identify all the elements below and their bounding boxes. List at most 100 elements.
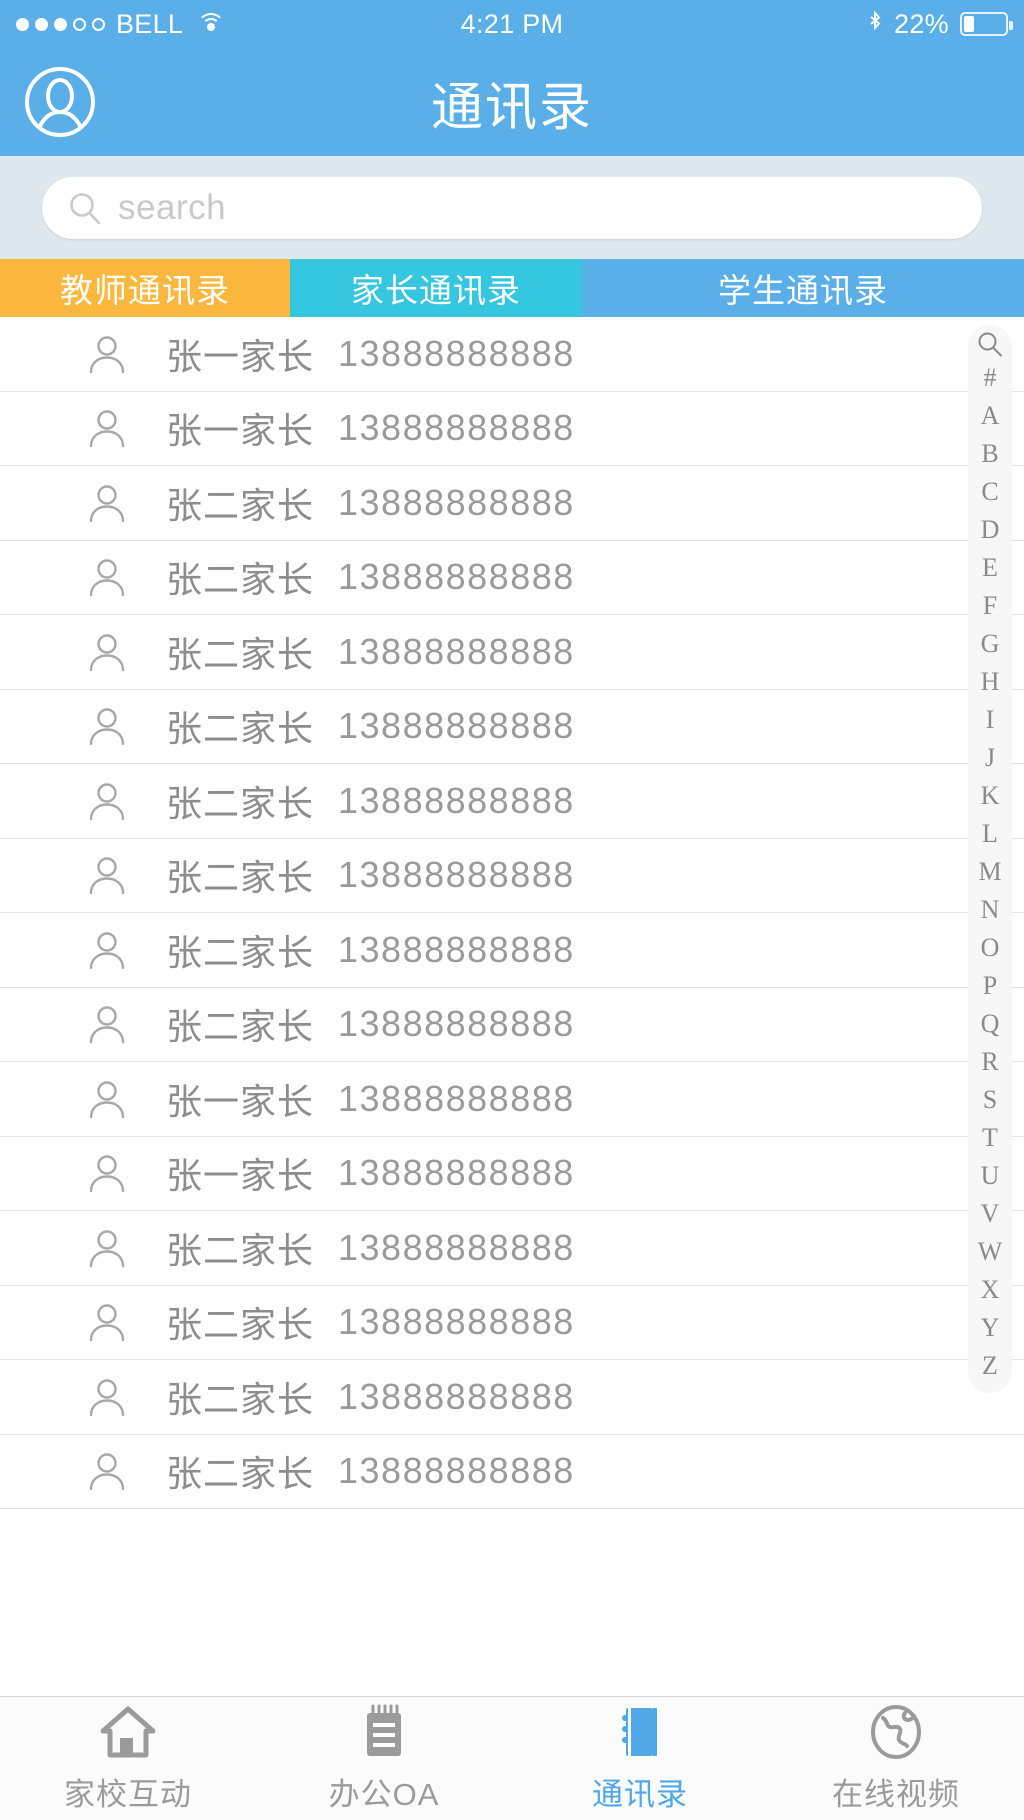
contact-phone: 13888888888 [338,481,575,523]
alpha-index-letter[interactable]: W [978,1233,1003,1271]
alpha-index-letter[interactable]: U [981,1157,1000,1195]
contact-row[interactable]: 张二家长 13888888888 [0,988,1024,1062]
nav-label: 家校互动 [64,1777,192,1812]
contact-name: 张一家长 [166,410,315,452]
battery-icon [960,12,1013,36]
search-placeholder: search [118,188,227,227]
person-icon [86,482,128,524]
alpha-index-letter[interactable]: M [978,853,1001,891]
contact-name: 张二家长 [166,484,315,526]
nav-item-home-interaction[interactable]: 家校互动 [0,1703,256,1814]
contact-row[interactable]: 张二家长 13888888888 [0,466,1024,541]
contact-row[interactable]: 张二家长 13888888888 [0,764,1024,839]
status-bar-right: 22% [867,9,1013,40]
contact-name: 张二家长 [166,857,315,899]
alpha-index-letter[interactable]: B [981,435,998,473]
contact-name: 张二家长 [166,931,315,973]
contact-row[interactable]: 张一家长 13888888888 [0,1062,1024,1137]
person-icon [86,556,128,598]
person-icon [86,1227,128,1269]
person-icon [86,1152,128,1194]
nav-item-office-oa[interactable]: 办公OA [256,1703,512,1814]
status-bar: BELL 4:21 PM 22% [0,0,1024,48]
alpha-index-letter[interactable]: F [983,587,997,625]
contact-name: 张一家长 [166,335,315,377]
alpha-index-letter[interactable]: O [981,929,1000,967]
contact-name: 张二家长 [166,1229,315,1271]
contact-row[interactable]: 张一家长 13888888888 [0,392,1024,466]
tab-parent-contacts[interactable]: 家长通讯录 [290,259,582,317]
contact-row[interactable]: 张二家长 13888888888 [0,541,1024,615]
contact-phone: 13888888888 [338,854,575,896]
contact-name: 张一家长 [166,1080,315,1122]
alpha-index-letter[interactable]: X [981,1271,1000,1309]
alpha-index-letter[interactable]: S [983,1081,997,1119]
page-header: 通讯录 [0,48,1024,156]
alpha-index-letter[interactable]: G [981,625,1000,663]
contact-row[interactable]: 张二家长 13888888888 [0,1286,1024,1360]
contact-phone: 13888888888 [338,1003,575,1045]
contact-phone: 13888888888 [338,332,575,374]
contact-name: 张二家长 [166,708,315,750]
alpha-index-letter[interactable]: K [981,777,1000,815]
alpha-index-letter[interactable]: C [981,473,998,511]
person-icon [86,631,128,673]
tab-teacher-contacts[interactable]: 教师通讯录 [0,259,290,317]
person-icon [86,780,128,822]
contact-row[interactable]: 张二家长 13888888888 [0,615,1024,690]
nav-label: 办公OA [328,1777,440,1812]
home-icon [100,1703,156,1761]
contact-row[interactable]: 张二家长 13888888888 [0,1211,1024,1286]
contact-row[interactable]: 张一家长 13888888888 [0,1137,1024,1211]
contact-row[interactable]: 张一家长 13888888888 [0,317,1024,392]
contact-row[interactable]: 张二家长 13888888888 [0,913,1024,988]
alpha-index-letter[interactable]: V [981,1195,1000,1233]
alpha-index-letter[interactable]: # [984,359,997,397]
alpha-index-letter[interactable]: Y [981,1309,1000,1347]
alpha-index-letter[interactable]: N [981,891,1000,929]
globe-icon [869,1703,923,1761]
tab-student-contacts[interactable]: 学生通讯录 [582,259,1024,317]
contact-phone: 13888888888 [338,705,575,747]
person-icon [86,1003,128,1045]
addressbook-icon [616,1703,664,1761]
contact-row[interactable]: 张二家长 13888888888 [0,1360,1024,1435]
person-icon [86,333,128,375]
notepad-icon [360,1703,408,1761]
nav-item-online-video[interactable]: 在线视频 [768,1703,1024,1814]
alphabet-index-bar[interactable]: # A B C D E F G H I J K L M N O P Q R S T U V W X Y Z [968,325,1012,1393]
person-icon [86,1301,128,1343]
alpha-index-letter[interactable]: L [982,815,998,853]
bottom-navigation: 家校互动 办公OA 通讯录 在线视频 [0,1696,1024,1820]
search-input[interactable]: search [42,177,982,239]
alpha-index-letter[interactable]: Q [981,1005,1000,1043]
search-section: search [0,156,1024,259]
contact-name: 张二家长 [166,559,315,601]
alpha-index-letter[interactable]: R [981,1043,998,1081]
alpha-index-letter[interactable]: T [982,1119,998,1157]
person-icon [86,407,128,449]
alpha-index-letter[interactable]: D [981,511,1000,549]
contact-row[interactable]: 张二家长 13888888888 [0,839,1024,913]
search-icon[interactable] [977,331,1003,357]
contact-phone: 13888888888 [338,1301,575,1343]
alpha-index-letter[interactable]: E [982,549,998,587]
contact-name: 张二家长 [166,1378,315,1420]
alpha-index-letter[interactable]: Z [982,1347,998,1385]
contact-phone: 13888888888 [338,1077,575,1119]
contact-row[interactable]: 张二家长 13888888888 [0,690,1024,764]
nav-label: 在线视频 [832,1777,960,1812]
person-icon [86,705,128,747]
alpha-index-letter[interactable]: P [983,967,997,1005]
alpha-index-letter[interactable]: I [986,701,995,739]
nav-item-contacts[interactable]: 通讯录 [512,1703,768,1814]
contact-list: 张一家长 13888888888 张一家长 13888888888 张二家长 138888… [0,317,1024,1509]
bluetooth-icon [867,11,883,37]
contact-phone: 13888888888 [338,630,575,672]
alpha-index-letter[interactable]: H [981,663,1000,701]
contact-name: 张二家长 [166,1006,315,1048]
alpha-index-letter[interactable]: J [985,739,995,777]
alpha-index-letter[interactable]: A [981,397,1000,435]
search-icon [68,191,102,225]
contact-row[interactable]: 张二家长 13888888888 [0,1435,1024,1509]
